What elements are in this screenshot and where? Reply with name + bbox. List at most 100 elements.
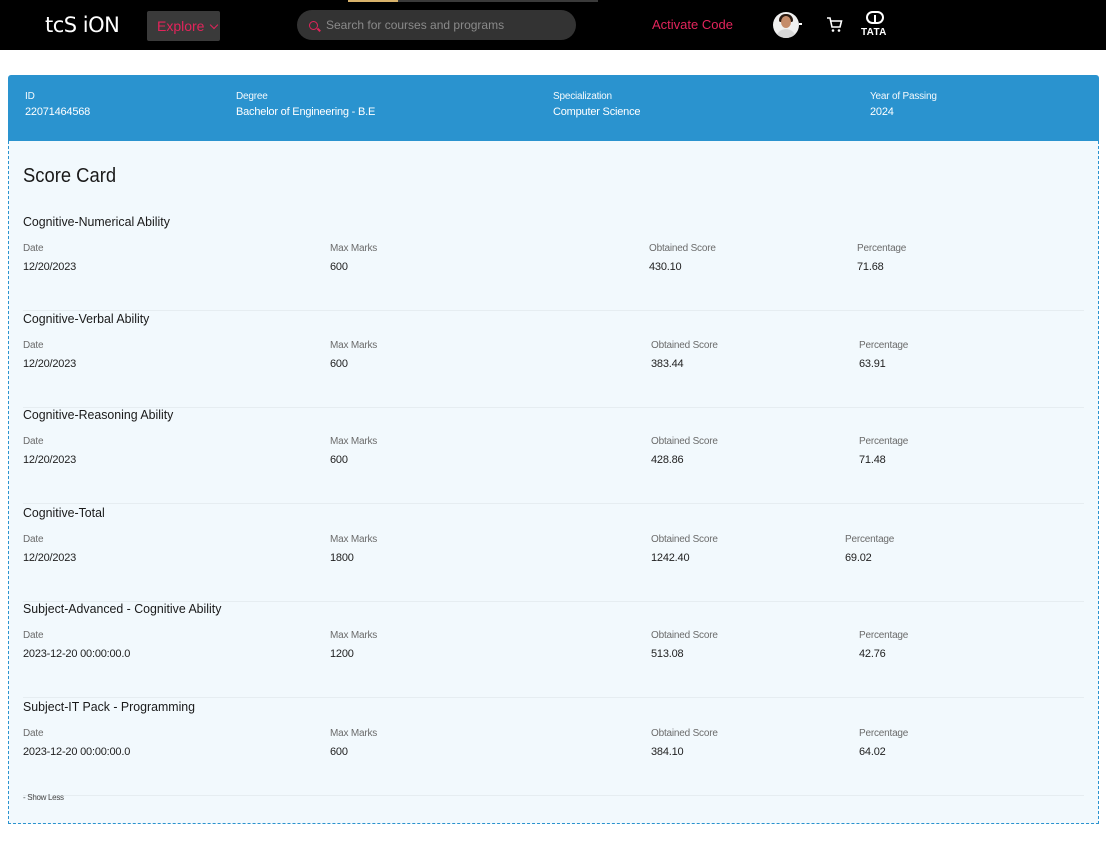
percentage-value: 71.68 — [857, 261, 884, 273]
obtained-score-field: Obtained Score 1242.40 — [651, 534, 718, 564]
percentage-field: Percentage 71.48 — [859, 436, 908, 466]
obtained-score-label: Obtained Score — [651, 436, 718, 447]
max-marks-value: 600 — [330, 358, 348, 370]
obtained-score-value: 428.86 — [651, 454, 684, 466]
percentage-value: 63.91 — [859, 358, 886, 370]
top-accent-line — [348, 0, 398, 2]
obtained-score-value: 430.10 — [649, 261, 682, 273]
section-divider — [23, 503, 1084, 504]
date-value: 2023-12-20 00:00:00.0 — [23, 746, 131, 758]
max-marks-value: 1800 — [330, 552, 354, 564]
show-less-link[interactable]: - Show Less — [23, 793, 64, 802]
obtained-score-value: 384.10 — [651, 746, 684, 758]
percentage-label: Percentage — [857, 243, 907, 254]
max-marks-label: Max Marks — [330, 436, 378, 447]
section-title: Cognitive-Numerical Ability — [23, 214, 170, 229]
percentage-label: Percentage — [859, 728, 909, 739]
cart-icon[interactable] — [826, 16, 843, 37]
obtained-score-label: Obtained Score — [651, 728, 718, 739]
scorecard-title: Score Card — [23, 165, 117, 187]
max-marks-label: Max Marks — [330, 630, 378, 641]
score-section: Subject-Advanced - Cognitive Ability Dat… — [9, 601, 1098, 698]
section-title: Cognitive-Verbal Ability — [23, 311, 150, 326]
search-icon — [309, 20, 318, 30]
profile-degree-value: Bachelor of Engineering - B.E — [236, 106, 376, 118]
profile-year-value: 2024 — [870, 106, 894, 118]
date-field: Date 12/20/2023 — [23, 534, 76, 564]
max-marks-field: Max Marks 600 — [330, 340, 377, 370]
max-marks-field: Max Marks 1800 — [330, 534, 377, 564]
score-section: Subject-IT Pack - Programming Date 2023-… — [9, 699, 1098, 796]
percentage-field: Percentage 64.02 — [859, 728, 908, 758]
max-marks-label: Max Marks — [330, 534, 378, 545]
score-section: Cognitive-Reasoning Ability Date 12/20/2… — [9, 407, 1098, 504]
section-title: Subject-Advanced - Cognitive Ability — [23, 601, 222, 616]
profile-id-value: 22071464568 — [25, 106, 91, 118]
max-marks-label: Max Marks — [330, 243, 378, 254]
percentage-label: Percentage — [845, 534, 895, 545]
profile-degree-label: Degree — [236, 91, 268, 102]
max-marks-label: Max Marks — [330, 728, 378, 739]
date-field: Date 12/20/2023 — [23, 243, 76, 273]
profile-year: Year of Passing 2024 — [870, 91, 937, 118]
profile-specialization-value: Computer Science — [553, 106, 641, 118]
percentage-value: 69.02 — [845, 552, 872, 564]
section-title: Cognitive-Reasoning Ability — [23, 407, 174, 422]
avatar-caret-icon[interactable] — [799, 23, 802, 25]
explore-label: Explore — [157, 18, 205, 34]
date-value: 12/20/2023 — [23, 261, 77, 273]
activate-code-link[interactable]: Activate Code — [652, 17, 733, 32]
percentage-field: Percentage 71.68 — [857, 243, 906, 273]
avatar-body — [776, 29, 796, 38]
date-value: 12/20/2023 — [23, 552, 77, 564]
percentage-field: Percentage 69.02 — [845, 534, 894, 564]
percentage-label: Percentage — [859, 630, 909, 641]
obtained-score-label: Obtained Score — [651, 630, 718, 641]
score-section: Cognitive-Numerical Ability Date 12/20/2… — [9, 214, 1098, 311]
max-marks-value: 600 — [330, 261, 348, 273]
obtained-score-label: Obtained Score — [651, 534, 718, 545]
avatar[interactable] — [773, 12, 799, 38]
date-label: Date — [23, 436, 44, 447]
date-label: Date — [23, 243, 44, 254]
tata-mark-icon — [866, 11, 884, 24]
date-field: Date 12/20/2023 — [23, 436, 76, 466]
obtained-score-field: Obtained Score 383.44 — [651, 340, 718, 370]
tata-wordmark: TATA — [861, 27, 887, 38]
search-input[interactable]: Search for courses and programs — [326, 18, 504, 32]
date-field: Date 2023-12-20 00:00:00.0 — [23, 728, 130, 758]
max-marks-label: Max Marks — [330, 340, 378, 351]
score-section: Cognitive-Total Date 12/20/2023 Max Mark… — [9, 505, 1098, 602]
date-value: 12/20/2023 — [23, 358, 77, 370]
chevron-down-icon — [210, 20, 219, 29]
profile-id: ID 22071464568 — [25, 91, 90, 118]
date-label: Date — [23, 340, 44, 351]
max-marks-field: Max Marks 600 — [330, 243, 377, 273]
percentage-value: 42.76 — [859, 648, 886, 660]
profile-specialization-label: Specialization — [553, 91, 612, 102]
percentage-label: Percentage — [859, 436, 909, 447]
profile-banner: ID 22071464568 Degree Bachelor of Engine… — [8, 75, 1099, 141]
explore-button[interactable]: Explore — [147, 11, 220, 41]
obtained-score-value: 513.08 — [651, 648, 684, 660]
tata-logo[interactable]: TATA — [860, 11, 890, 41]
section-divider — [23, 795, 1084, 796]
date-label: Date — [23, 630, 44, 641]
date-field: Date 2023-12-20 00:00:00.0 — [23, 630, 130, 660]
cart-icon-svg — [827, 17, 843, 32]
date-label: Date — [23, 534, 44, 545]
date-label: Date — [23, 728, 44, 739]
scorecard-panel: Score Card Cognitive-Numerical Ability D… — [8, 141, 1099, 824]
max-marks-field: Max Marks 600 — [330, 728, 377, 758]
date-field: Date 12/20/2023 — [23, 340, 76, 370]
date-value: 12/20/2023 — [23, 454, 77, 466]
percentage-field: Percentage 42.76 — [859, 630, 908, 660]
top-nav-bar: tcS iON Explore Search for courses and p… — [0, 0, 1106, 50]
max-marks-field: Max Marks 1200 — [330, 630, 377, 660]
date-value: 2023-12-20 00:00:00.0 — [23, 648, 131, 660]
tcs-ion-logo[interactable]: tcS iON — [45, 11, 120, 39]
max-marks-field: Max Marks 600 — [330, 436, 377, 466]
search-bar[interactable]: Search for courses and programs — [297, 10, 576, 40]
profile-degree: Degree Bachelor of Engineering - B.E — [236, 91, 375, 118]
section-title: Subject-IT Pack - Programming — [23, 699, 196, 714]
